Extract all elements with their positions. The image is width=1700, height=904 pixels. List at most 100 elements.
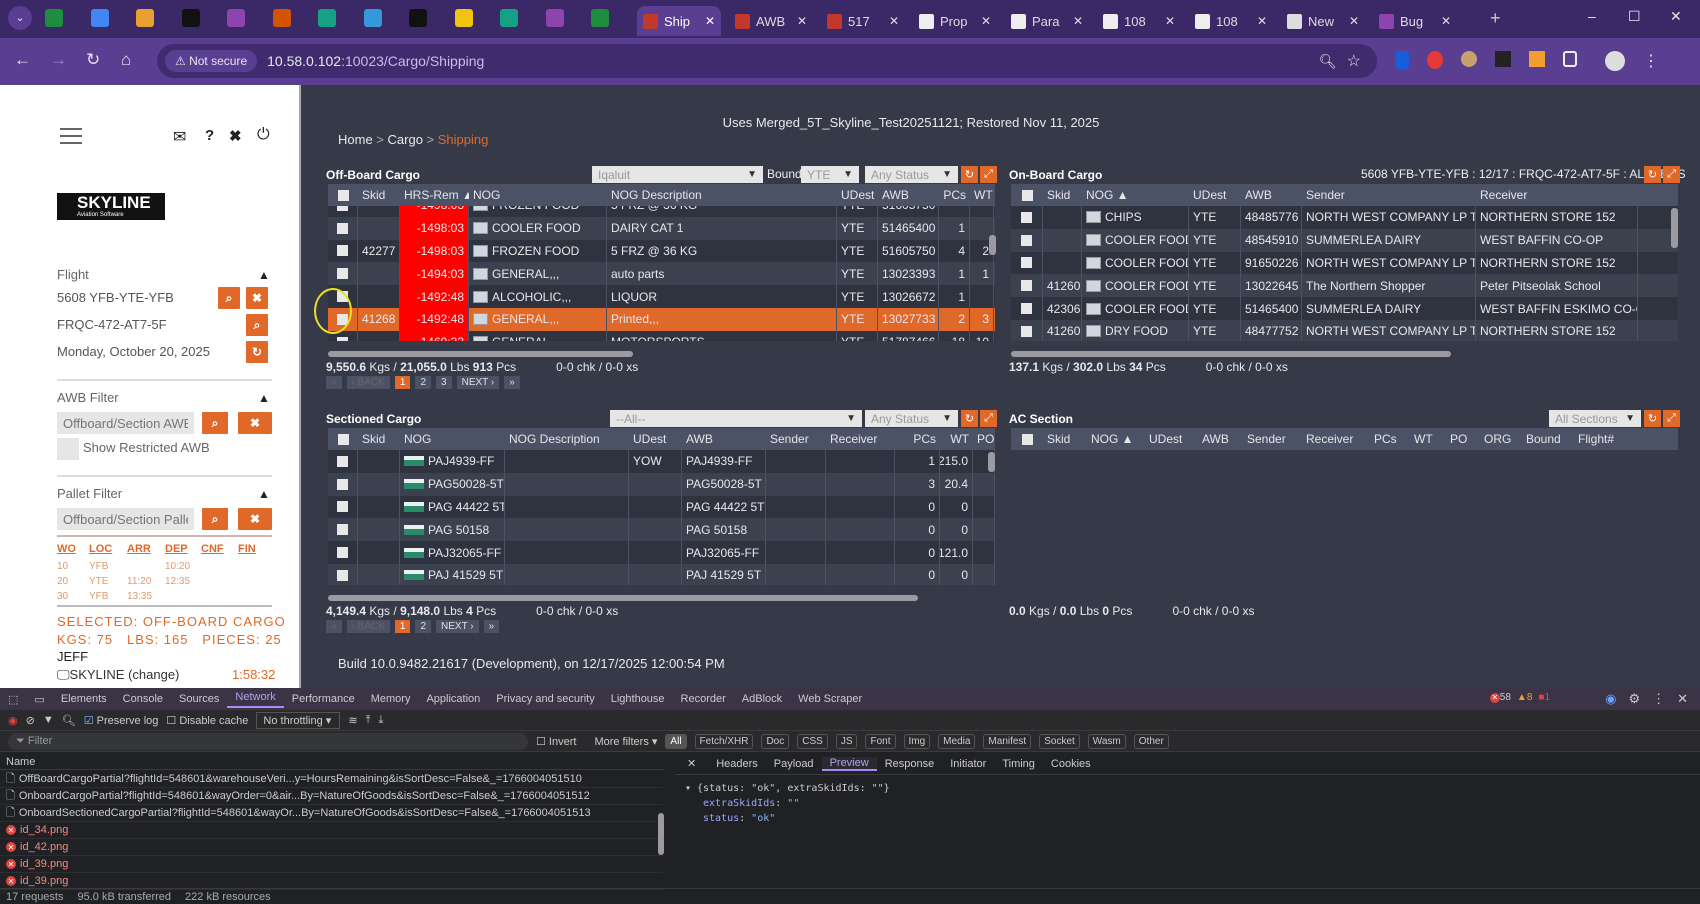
legs-header-dep[interactable]: DEP (165, 543, 188, 555)
close-detail-icon[interactable]: ✕ (675, 757, 708, 770)
pager-button[interactable]: NEXT › (436, 620, 479, 633)
row-checkbox[interactable] (1011, 228, 1043, 252)
pager-button[interactable]: NEXT › (456, 376, 500, 389)
table-row[interactable]: PAG50028-5T PAG50028-5T 3 20.4 (328, 472, 995, 496)
settings-gear-icon[interactable]: ⚙ (1628, 691, 1640, 707)
column-header[interactable]: HRS-Rem ▲ (400, 184, 469, 206)
tab-close-icon[interactable]: ✕ (1441, 14, 1451, 28)
offboard-refresh-button[interactable]: ↻ (961, 166, 978, 183)
column-header[interactable]: PCs (939, 184, 970, 206)
select-all-checkbox[interactable] (1011, 428, 1043, 450)
detail-tab-headers[interactable]: Headers (708, 758, 766, 770)
column-header[interactable]: PO (1446, 428, 1480, 450)
minimize-button[interactable]: – (1588, 8, 1596, 24)
table-row[interactable]: -1498:03 FROZEN FOOD 5 FRZ @ 36 KG YTE 51605… (328, 206, 995, 217)
pinned-tab-sheets[interactable] (45, 9, 63, 27)
column-header[interactable]: NOG Description (505, 428, 629, 450)
disable-cache-checkbox[interactable]: ☐ Disable cache (166, 714, 248, 727)
table-row[interactable]: -1492:48 ALCOHOLIC,,, LIQUOR YTE 13026672 1 (328, 285, 995, 308)
pager-button[interactable]: 1 (394, 620, 411, 633)
home-icon[interactable]: ⌂ (121, 50, 131, 70)
pallet-clear-button[interactable]: ✖ (238, 508, 272, 530)
flight-search-button[interactable]: ⌕ (218, 287, 240, 309)
close-window-button[interactable]: ✕ (1670, 8, 1682, 25)
profile-avatar[interactable] (1605, 51, 1625, 71)
devtools-tab-web-scraper[interactable]: Web Scraper (790, 693, 870, 705)
search-icon[interactable]: 🔍︎ (62, 714, 76, 727)
tab-prop[interactable]: Prop ✕ (913, 6, 997, 36)
clear-icon[interactable]: ⊘ (26, 714, 35, 727)
row-checkbox[interactable] (328, 262, 358, 286)
row-checkbox[interactable] (328, 206, 358, 217)
column-header[interactable]: AWB (1241, 184, 1302, 206)
pager-button[interactable]: « (326, 620, 342, 633)
column-header[interactable]: NOG Description (607, 184, 837, 206)
column-header[interactable]: WT (970, 184, 994, 206)
column-header[interactable]: PO (973, 428, 995, 450)
type-filter-img[interactable]: Img (903, 733, 931, 749)
table-row[interactable]: 41268 -1492:48 GENERAL,,, Printed,,, YTE 1302… (328, 307, 995, 331)
detail-tab-preview[interactable]: Preview (821, 756, 877, 771)
pager-button[interactable]: 2 (415, 376, 432, 389)
preview-root[interactable]: ▾ {status: "ok", extraSkidIds: ""} (685, 781, 890, 796)
tab-awb[interactable]: AWB ✕ (729, 6, 813, 36)
close-devtools-icon[interactable]: ✕ (1677, 691, 1688, 707)
tab-close-icon[interactable]: ✕ (981, 14, 991, 28)
tab-new[interactable]: New ✕ (1281, 6, 1365, 36)
request-list-scrollbar[interactable] (658, 813, 664, 855)
station-change-link[interactable]: 🖵SKYLINE (change) (57, 667, 179, 683)
devtools-tab-elements[interactable]: Elements (53, 693, 115, 705)
pinned-tab-tasks-app[interactable] (136, 9, 154, 27)
show-restricted-checkbox[interactable] (57, 438, 79, 460)
tab-ship[interactable]: Ship ✕ (637, 6, 721, 36)
sectioned-hscroll[interactable] (328, 595, 918, 601)
owl-extension-icon[interactable] (1461, 51, 1477, 67)
row-checkbox[interactable] (328, 541, 358, 564)
offboard-vscroll[interactable] (989, 235, 996, 255)
column-header[interactable]: PCs (1370, 428, 1410, 450)
tab-bug[interactable]: Bug ✕ (1373, 6, 1457, 36)
sectioned-vscroll[interactable] (988, 452, 995, 472)
legs-header-cnf[interactable]: CNF (201, 543, 224, 555)
row-checkbox[interactable] (328, 472, 358, 496)
type-filter-media[interactable]: Media (938, 733, 976, 749)
pinned-tab-lock[interactable] (454, 9, 473, 27)
row-checkbox[interactable] (1011, 297, 1043, 320)
select-all-checkbox[interactable] (328, 184, 358, 206)
aircraft-search-button[interactable]: ⌕ (246, 314, 268, 336)
column-header[interactable]: NOG ▲ (1082, 184, 1189, 206)
mail-icon[interactable]: ✉ (173, 127, 186, 147)
onboard-hscroll[interactable] (1011, 351, 1451, 357)
bound-select[interactable]: YTE ▼ (801, 166, 859, 183)
awb-clear-button[interactable]: ✖ (238, 412, 272, 434)
sectioned-filter-select[interactable]: --All-- ▼ (610, 410, 862, 427)
inspect-icon[interactable]: ⬚ (0, 693, 26, 706)
row-checkbox[interactable] (328, 450, 358, 473)
pinned-tab-list-app[interactable] (272, 9, 291, 27)
table-row[interactable]: CHIPS YTE 48485776 NORTH WEST COMPANY LP TH… (1011, 206, 1678, 229)
invert-checkbox[interactable]: ☐ Invert (536, 735, 576, 748)
devtools-tab-application[interactable]: Application (418, 693, 488, 705)
reload-icon[interactable]: ↻ (86, 50, 100, 70)
tab-517[interactable]: 517 ✕ (821, 6, 905, 36)
network-request-row[interactable]: ✕ id_42.png (0, 839, 663, 856)
network-request-row[interactable]: 🗋 OnboardCargoPartial?flightId=548601&way… (0, 788, 663, 805)
table-row[interactable]: PAJ32065-FF PAJ32065-FF 0 121.0 (328, 541, 995, 564)
table-row[interactable]: 42306 COOLER FOOD YTE 51465400 SUMMERLEA DAI… (1011, 297, 1678, 320)
pager-button[interactable]: 2 (415, 620, 432, 633)
tab-108[interactable]: 108 ✕ (1189, 6, 1273, 36)
sync-icon[interactable]: ◉ (1605, 691, 1616, 707)
column-header[interactable]: Receiver (1476, 184, 1638, 206)
extensions-puzzle-icon[interactable] (1563, 51, 1577, 67)
column-header[interactable]: NOG (400, 428, 505, 450)
tab-close-icon[interactable]: ✕ (889, 14, 899, 28)
record-icon[interactable]: ◉ (8, 714, 18, 727)
flight-collapse-icon[interactable]: ▲ (258, 268, 270, 282)
legs-header-loc[interactable]: LOC (89, 543, 112, 555)
select-all-checkbox[interactable] (1011, 184, 1043, 206)
type-filter-socket[interactable]: Socket (1039, 733, 1080, 749)
pager-button[interactable]: ‹ BACK (346, 620, 390, 633)
network-request-row[interactable]: 🗋 OffBoardCargoPartial?flightId=548601&wa… (0, 771, 663, 788)
pinned-tab-visual-studio[interactable] (545, 9, 564, 27)
column-header[interactable]: UDest (629, 428, 682, 450)
